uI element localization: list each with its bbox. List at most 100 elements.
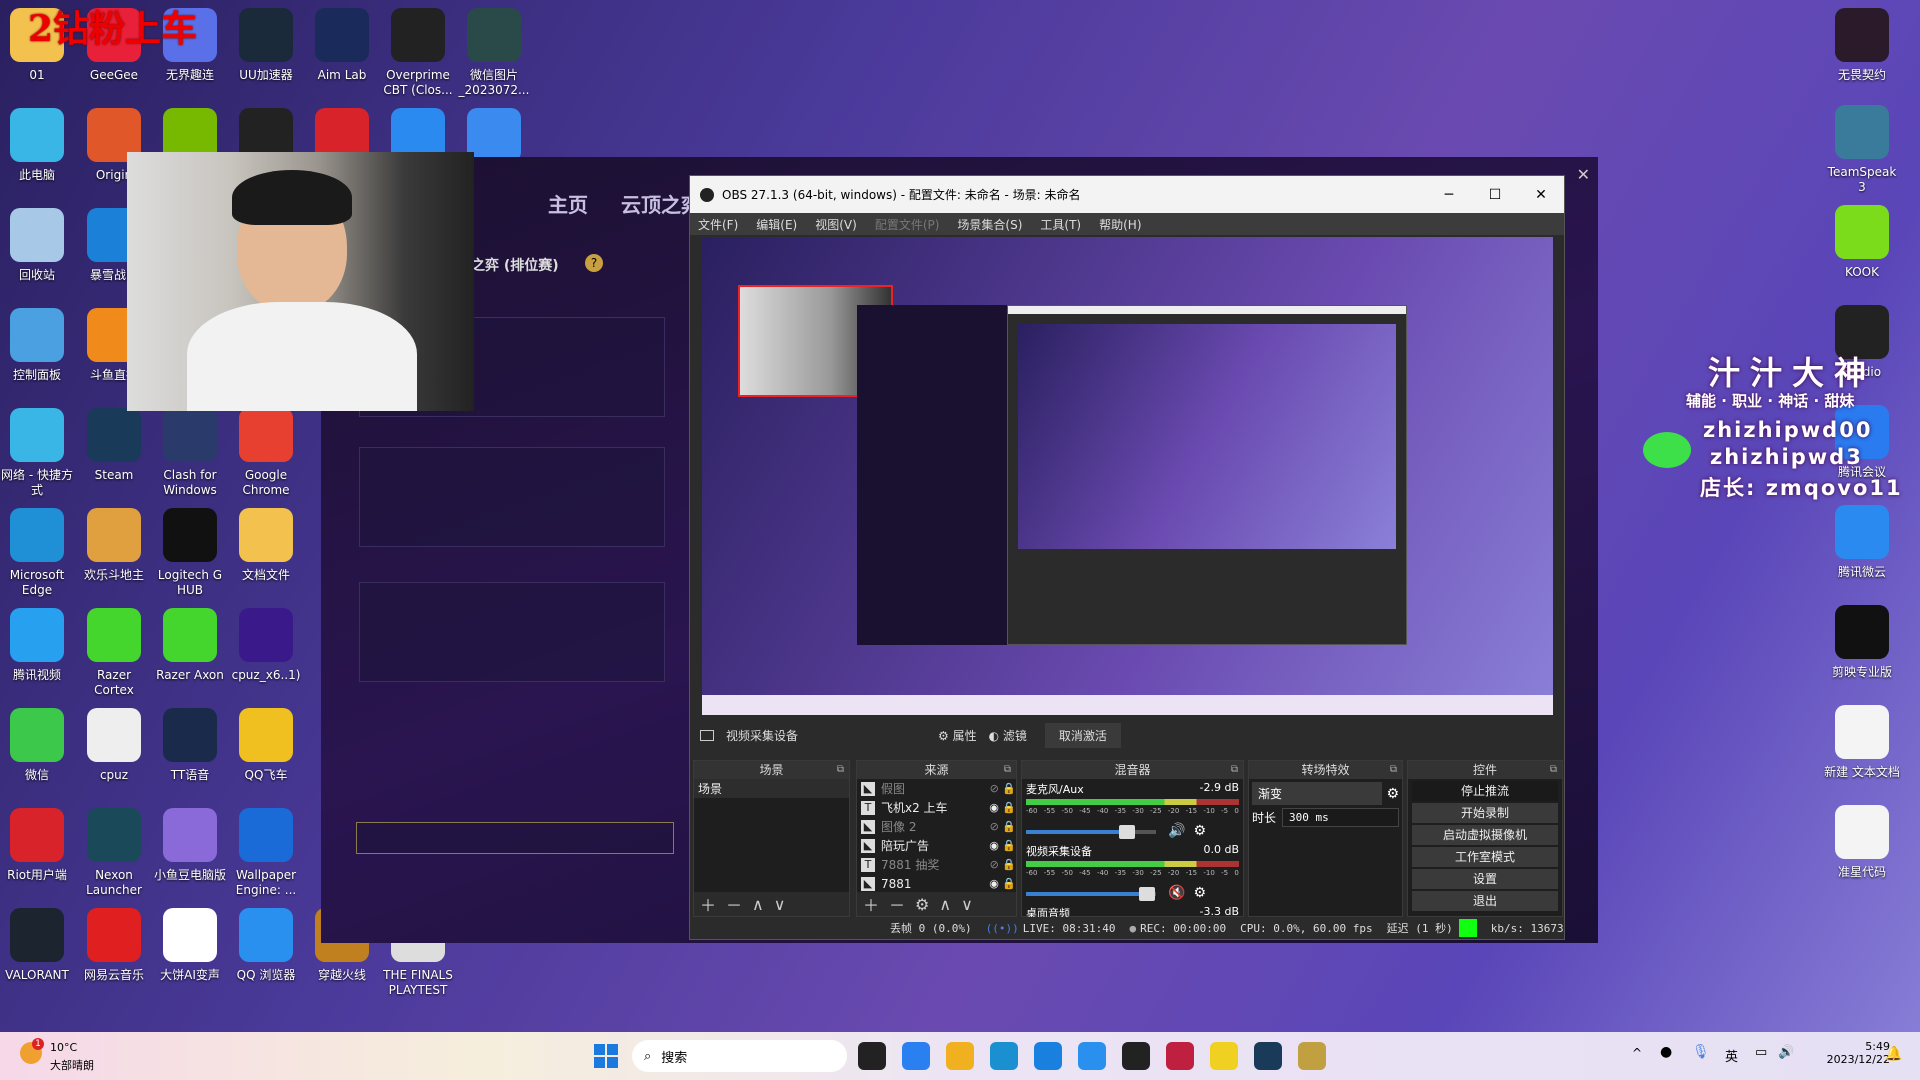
slider-handle[interactable] — [1119, 825, 1136, 839]
desktop-icon[interactable]: VALORANT — [0, 908, 75, 983]
control-button[interactable]: 设置 — [1412, 869, 1558, 889]
source-item[interactable]: ◣ 陪玩广告 ◉ 🔒 — [857, 836, 1016, 855]
float-icon[interactable]: ⧉ — [1231, 761, 1238, 779]
float-icon[interactable]: ⧉ — [1004, 761, 1011, 779]
desktop-icon[interactable]: UU加速器 — [228, 8, 304, 83]
control-button[interactable]: 退出 — [1412, 891, 1558, 911]
desktop-icon[interactable]: 小鱼豆电脑版 — [152, 808, 228, 883]
desktop-icon[interactable]: Logitech G HUB — [152, 508, 228, 598]
move-up-button[interactable]: ∧ — [939, 895, 951, 914]
show-hidden-icons[interactable]: ^ — [1632, 1046, 1642, 1060]
desktop-icon[interactable]: 控制面板 — [0, 308, 75, 383]
desktop-icon[interactable]: Nexon Launcher — [76, 808, 152, 898]
find-match-button[interactable] — [356, 822, 674, 854]
desktop-icon[interactable]: Steam — [76, 408, 152, 483]
desktop-icon[interactable]: 大饼AI变声 — [152, 908, 228, 983]
close-button[interactable]: ✕ — [1518, 187, 1564, 203]
clock[interactable]: 5:49 2023/12/22 — [1815, 1040, 1890, 1066]
source-item[interactable]: ◣ 图像 2 ⊘ 🔒 — [857, 817, 1016, 836]
source-item[interactable]: ◣ 7881 ◉ 🔒 — [857, 874, 1016, 893]
desktop-icon[interactable]: Google Chrome — [228, 408, 304, 498]
speaker-icon[interactable]: 🔊 — [1168, 823, 1185, 839]
move-down-button[interactable]: ∨ — [961, 895, 973, 914]
source-item[interactable]: T 飞机x2 上车 ◉ 🔒 — [857, 798, 1016, 817]
desktop-icon[interactable]: Riot用户端 — [0, 808, 75, 883]
float-icon[interactable]: ⧉ — [837, 761, 844, 779]
close-icon[interactable]: ✕ — [1577, 165, 1590, 184]
start-button[interactable] — [594, 1044, 618, 1068]
muted-speaker-icon[interactable]: 🔇 — [1168, 885, 1185, 901]
eye-hidden-icon[interactable]: ⊘ 🔒 — [986, 782, 1016, 795]
deactivate-button[interactable]: 取消激活 — [1044, 722, 1121, 748]
menu-item[interactable]: 文件(F) — [698, 216, 738, 233]
control-button[interactable]: 工作室模式 — [1412, 847, 1558, 867]
help-icon[interactable]: ? — [585, 254, 603, 272]
menu-item[interactable]: 视图(V) — [815, 216, 857, 233]
feishu-icon[interactable] — [902, 1042, 930, 1070]
menu-item[interactable]: 场景集合(S) — [957, 216, 1022, 233]
task-view-icon[interactable] — [858, 1042, 886, 1070]
properties-button[interactable]: ⚙ 属性 — [938, 727, 977, 744]
desktop-icon[interactable]: 无畏契约 — [1824, 8, 1900, 83]
network-icon[interactable]: ▭ — [1755, 1045, 1767, 1060]
desktop-icon[interactable]: 回收站 — [0, 208, 75, 283]
desktop-icon[interactable]: 准星代码 — [1824, 805, 1900, 880]
control-button[interactable]: 启动虚拟摄像机 — [1412, 825, 1558, 845]
search-box[interactable]: ⌕ 搜索 — [632, 1040, 847, 1072]
valorant-icon[interactable] — [1166, 1042, 1194, 1070]
transition-select[interactable]: 渐变 — [1252, 782, 1383, 805]
league-icon[interactable] — [1298, 1042, 1326, 1070]
scene-item[interactable]: 场景 — [694, 779, 849, 798]
minimize-button[interactable]: ─ — [1426, 187, 1472, 203]
add-scene-button[interactable]: ＋ — [700, 892, 716, 916]
desktop-icon[interactable]: cpuz_x6..1) — [228, 608, 304, 683]
duration-input[interactable]: 300 ms — [1282, 808, 1399, 827]
desktop-icon[interactable]: TT语音 — [152, 708, 228, 783]
move-down-button[interactable]: ∨ — [774, 895, 786, 914]
desktop-icon[interactable]: Overprime CBT (Clos... — [380, 8, 456, 98]
source-item[interactable]: ◣ 假图 ⊘ 🔒 — [857, 779, 1016, 798]
steam-icon[interactable] — [1254, 1042, 1282, 1070]
control-button[interactable]: 开始录制 — [1412, 803, 1558, 823]
desktop-icon[interactable]: Microsoft Edge — [0, 508, 75, 598]
menu-item[interactable]: 工具(T) — [1040, 216, 1081, 233]
gear-icon[interactable]: ⚙ — [1386, 786, 1399, 802]
browser-icon[interactable] — [1078, 1042, 1106, 1070]
eye-icon[interactable]: ◉ 🔒 — [986, 877, 1016, 890]
gear-icon[interactable]: ⚙ — [1193, 823, 1206, 839]
control-button[interactable]: 停止推流 — [1412, 781, 1558, 801]
preview-canvas[interactable] — [702, 237, 1553, 715]
qq-browser-icon[interactable] — [1034, 1042, 1062, 1070]
desktop-icon[interactable]: 剪映专业版 — [1824, 605, 1900, 680]
file-explorer-icon[interactable] — [946, 1042, 974, 1070]
desktop-icon[interactable]: QQ 浏览器 — [228, 908, 304, 983]
edge-icon[interactable] — [990, 1042, 1018, 1070]
remove-source-button[interactable]: － — [889, 892, 905, 916]
remove-scene-button[interactable]: － — [726, 892, 742, 916]
menu-item[interactable]: 编辑(E) — [756, 216, 797, 233]
desktop-icon[interactable]: Razer Cortex — [76, 608, 152, 698]
maximize-button[interactable]: ☐ — [1472, 187, 1518, 203]
eye-hidden-icon[interactable]: ⊘ 🔒 — [986, 858, 1016, 871]
volume-icon[interactable]: 🔊 — [1778, 1045, 1794, 1060]
menu-item[interactable]: 配置文件(P) — [875, 216, 940, 233]
ime-indicator[interactable]: 英 — [1725, 1046, 1738, 1065]
desktop-icon[interactable]: 网易云音乐 — [76, 908, 152, 983]
desktop-icon[interactable]: Wallpaper Engine: ... — [228, 808, 304, 898]
microphone-icon[interactable]: 🎙 — [1692, 1044, 1710, 1060]
eye-icon[interactable]: ◉ 🔒 — [986, 839, 1016, 852]
desktop-icon[interactable]: 文档文件 — [228, 508, 304, 583]
desktop-icon[interactable]: 腾讯微云 — [1824, 505, 1900, 580]
desktop-icon[interactable]: KOOK — [1824, 205, 1900, 280]
desktop-icon[interactable]: 新建 文本文档 — [1824, 705, 1900, 780]
eye-icon[interactable]: ◉ 🔒 — [986, 801, 1016, 814]
desktop-icon[interactable]: cpuz — [76, 708, 152, 783]
desktop-icon[interactable]: 腾讯视频 — [0, 608, 75, 683]
volume-slider[interactable] — [1026, 825, 1156, 839]
desktop-icon[interactable]: Clash for Windows — [152, 408, 228, 498]
eye-hidden-icon[interactable]: ⊘ 🔒 — [986, 820, 1016, 833]
volume-slider[interactable] — [1026, 887, 1156, 901]
move-up-button[interactable]: ∧ — [752, 895, 764, 914]
desktop-icon[interactable]: 此电脑 — [0, 108, 75, 183]
app-icon[interactable] — [1210, 1042, 1238, 1070]
